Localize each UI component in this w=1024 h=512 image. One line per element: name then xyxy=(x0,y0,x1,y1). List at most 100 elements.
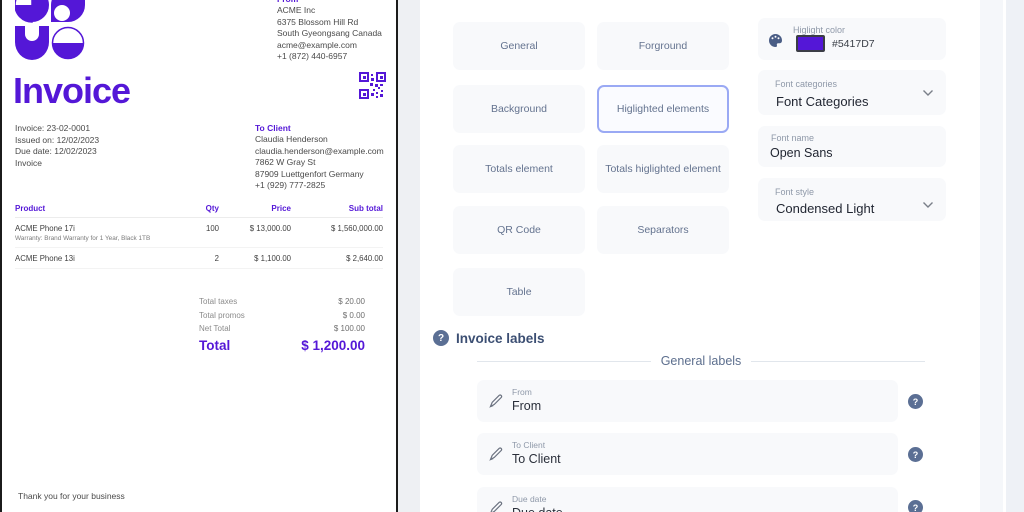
scrollbar-track[interactable] xyxy=(980,0,1003,512)
invoice-meta-block: Invoice: 23-02-0001 Issued on: 12/02/202… xyxy=(15,123,99,170)
company-logo xyxy=(15,0,85,60)
field-help-icon[interactable]: ? xyxy=(908,394,923,409)
divider-line xyxy=(751,360,926,362)
font-name-field[interactable]: Font name Open Sans xyxy=(758,126,946,167)
field-value: From xyxy=(512,399,542,413)
totals-row: Total taxes $ 20.00 xyxy=(199,297,365,306)
highlight-color-swatch[interactable] xyxy=(796,35,825,52)
row-product: ACME Phone 13i xyxy=(15,254,75,263)
products-table-header: Product Qty Price Sub total xyxy=(15,201,383,218)
grand-total-label: Total xyxy=(199,337,231,353)
label-field-to-client[interactable]: To Client To Client xyxy=(477,433,898,475)
element-button-table[interactable]: Table xyxy=(453,268,585,316)
chevron-down-icon xyxy=(923,90,933,96)
invoice-issued: Issued on: 12/02/2023 xyxy=(15,134,100,145)
button-label: Totals higlighted element xyxy=(605,163,721,175)
element-button-background[interactable]: Background xyxy=(453,85,585,133)
edit-pencil-icon xyxy=(489,447,503,461)
from-company: ACME Inc xyxy=(277,5,316,16)
field-label: To Client xyxy=(512,440,546,450)
invoice-editor-app: From ACME Inc 6375 Blossom Hill Rd South… xyxy=(0,0,1024,512)
button-label: General xyxy=(500,40,538,52)
total-promos-value: $ 0.00 xyxy=(342,310,365,320)
invoice-number: Invoice: 23-02-0001 xyxy=(15,123,91,133)
net-total-label: Net Total xyxy=(199,324,231,333)
element-button-general[interactable]: General xyxy=(453,22,585,70)
font-categories-value: Font Categories xyxy=(776,94,869,109)
highlight-color-hex[interactable]: #5417D7 xyxy=(832,38,875,50)
button-label: Higlighted elements xyxy=(616,103,710,115)
label-field-due-date[interactable]: Due date Due date xyxy=(477,487,898,512)
invoice-labels-heading: Invoice labels xyxy=(456,331,545,346)
to-email: claudia.henderson@example.com xyxy=(255,145,384,156)
grand-total-value: $ 1,200.00 xyxy=(301,337,365,353)
font-style-label: Font style xyxy=(775,187,815,197)
to-address2: 87909 Luettgenfort Germany xyxy=(255,168,364,179)
row-price: $ 13,000.00 xyxy=(249,224,291,233)
invoice-to-block: To Client Claudia Henderson claudia.hend… xyxy=(255,123,384,191)
to-phone: +1 (929) 777-2825 xyxy=(255,180,326,191)
button-label: QR Code xyxy=(497,224,541,236)
from-address2: South Gyeongsang Canada xyxy=(277,28,382,39)
edit-pencil-icon xyxy=(489,394,503,408)
font-categories-label: Font categories xyxy=(775,79,838,89)
total-taxes-label: Total taxes xyxy=(199,297,238,306)
row-price: $ 1,100.00 xyxy=(254,254,291,263)
total-promos-label: Total promos xyxy=(199,310,245,320)
help-glyph: ? xyxy=(912,396,919,407)
net-total-value: $ 100.00 xyxy=(333,324,365,333)
divider-line xyxy=(477,360,651,362)
element-button-totals-element[interactable]: Totals element xyxy=(453,145,585,193)
general-labels-divider: General labels xyxy=(477,354,926,368)
element-button-forground[interactable]: Forground xyxy=(597,22,729,70)
help-glyph: ? xyxy=(912,502,919,512)
products-table: Product Qty Price Sub total ACME Phone 1… xyxy=(15,201,383,269)
invoice-footer-note: Thank you for your business xyxy=(18,491,125,501)
help-glyph: ? xyxy=(912,449,919,460)
row-qty: 100 xyxy=(205,224,219,233)
edit-pencil-icon xyxy=(490,501,503,512)
element-button-qr-code[interactable]: QR Code xyxy=(453,206,585,254)
qr-code xyxy=(359,72,386,99)
preview-panel-gutter xyxy=(398,0,420,512)
to-address1: 7862 W Gray St xyxy=(255,157,316,168)
to-client-label: To Client xyxy=(255,123,291,133)
invoice-labels-help-icon[interactable]: ? xyxy=(433,330,449,346)
highlight-color-card: Higlight color #5417D7 xyxy=(758,18,946,60)
from-address1: 6375 Blossom Hill Rd xyxy=(277,16,359,27)
highlight-color-label: Higlight color xyxy=(793,25,846,35)
button-label: Table xyxy=(506,286,532,298)
field-value: To Client xyxy=(512,452,561,466)
help-glyph: ? xyxy=(437,332,445,344)
button-label: Forground xyxy=(638,40,688,52)
font-style-select[interactable]: Font style Condensed Light xyxy=(758,178,946,221)
general-labels-title: General labels xyxy=(660,354,742,368)
button-label: Background xyxy=(490,103,548,115)
table-row: ACME Phone 17i Warranty: Brand Warranty … xyxy=(15,218,383,248)
invoice-preview-page: From ACME Inc 6375 Blossom Hill Rd South… xyxy=(0,0,398,512)
button-label: Separators xyxy=(637,224,689,236)
field-help-icon[interactable]: ? xyxy=(908,500,923,512)
row-product: ACME Phone 17i xyxy=(15,224,75,233)
field-help-icon[interactable]: ? xyxy=(908,447,923,462)
element-button-totals-higlighted-element[interactable]: Totals higlighted element xyxy=(597,145,729,193)
header-qty: Qty xyxy=(205,204,219,213)
totals-row: Total promos $ 0.00 xyxy=(199,311,365,320)
header-product: Product xyxy=(15,204,46,213)
from-phone: +1 (872) 440-6957 xyxy=(277,51,348,62)
table-row: ACME Phone 13i 2 $ 1,100.00 $ 2,640.00 xyxy=(15,248,383,269)
header-price: Price xyxy=(271,204,291,213)
invoice-type: Invoice xyxy=(15,158,42,169)
row-subtotal: $ 1,560,000.00 xyxy=(330,224,383,233)
font-categories-select[interactable]: Font categories Font Categories xyxy=(758,70,946,115)
grand-total-row: Total $ 1,200.00 xyxy=(199,338,365,353)
header-subtotal: Sub total xyxy=(348,204,383,213)
element-button-higlighted-elements[interactable]: Higlighted elements xyxy=(597,85,729,133)
invoice-from-block: From ACME Inc 6375 Blossom Hill Rd South… xyxy=(277,0,382,62)
from-email: acme@example.com xyxy=(277,39,357,50)
element-button-separators[interactable]: Separators xyxy=(597,206,729,254)
label-field-from[interactable]: From From xyxy=(477,380,898,422)
total-taxes-value: $ 20.00 xyxy=(338,297,365,306)
row-qty: 2 xyxy=(214,254,219,263)
font-style-value: Condensed Light xyxy=(776,201,875,216)
